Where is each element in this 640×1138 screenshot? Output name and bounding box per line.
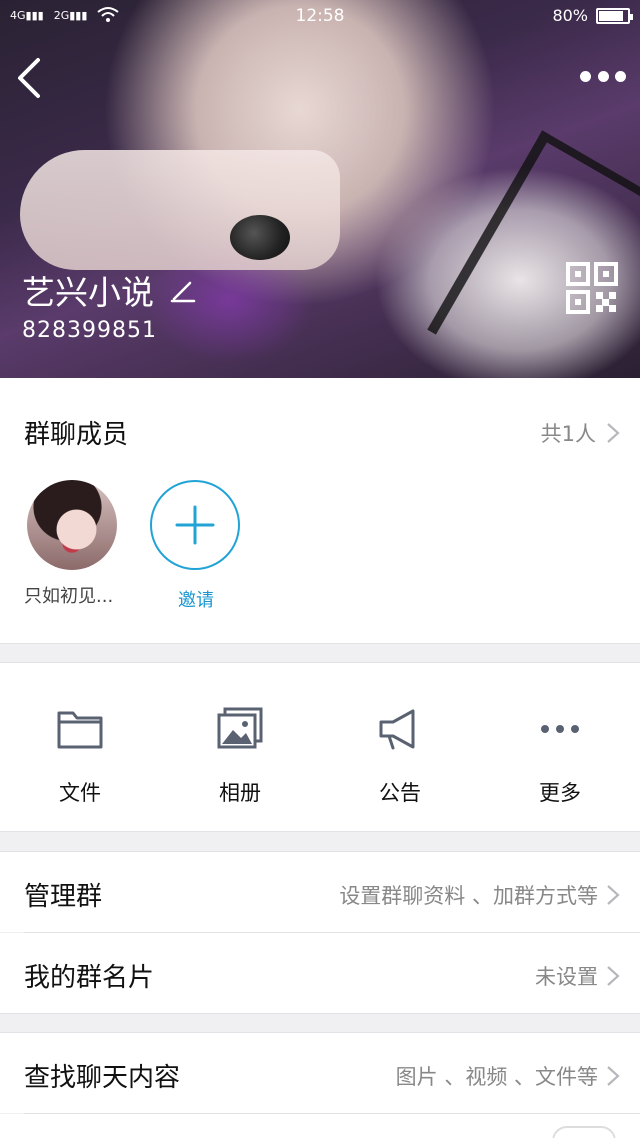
member-item[interactable]: 只如初见...	[24, 480, 134, 608]
header-photo-collar	[427, 130, 640, 378]
status-bar: 4G▮▮▮ 2G▮▮▮ 12:58 80%	[0, 0, 640, 34]
manage-group-value-wrap: 设置群聊资料 、加群方式等	[339, 880, 620, 910]
members-count-link[interactable]: 共1人	[541, 418, 620, 448]
album-label: 相册	[219, 781, 261, 805]
more-options-button[interactable]	[580, 62, 626, 90]
manage-group-row[interactable]: 管理群 设置群聊资料 、加群方式等	[0, 852, 640, 932]
group-members-section: 群聊成员 共1人 只如初见... 邀请	[0, 378, 640, 644]
manage-group-label: 管理群	[24, 882, 103, 912]
my-group-card-label: 我的群名片	[24, 963, 155, 993]
search-chat-label: 查找聊天内容	[24, 1063, 181, 1093]
group-name-row[interactable]: 艺兴小说	[22, 266, 196, 314]
group-name: 艺兴小说	[22, 273, 154, 312]
announcement-action[interactable]: 公告	[320, 663, 480, 831]
chevron-right-icon	[607, 966, 620, 986]
search-chat-row[interactable]: 查找聊天内容 图片 、视频 、文件等	[0, 1033, 640, 1113]
members-title: 群聊成员	[24, 420, 129, 450]
more-action[interactable]: 更多	[480, 663, 640, 831]
search-chat-value: 图片 、视频 、文件等	[395, 1065, 598, 1089]
quick-actions: 文件 相册 公告 更多	[0, 662, 640, 832]
album-icon	[217, 707, 263, 749]
battery-percent: 80%	[552, 6, 588, 25]
divider	[0, 1013, 640, 1014]
back-button[interactable]	[14, 56, 44, 100]
megaphone-icon	[379, 709, 415, 750]
manage-group-value: 设置群聊资料 、加群方式等	[339, 884, 598, 908]
dot-icon	[597, 70, 609, 82]
search-chat-value-wrap: 图片 、视频 、文件等	[396, 1061, 620, 1091]
my-group-card-row[interactable]: 我的群名片 未设置	[0, 933, 640, 1013]
invite-label: 邀请	[178, 590, 214, 611]
files-label: 文件	[59, 781, 101, 805]
chevron-right-icon	[607, 1066, 620, 1086]
header-photo-microphone	[230, 215, 290, 260]
battery-icon	[596, 7, 633, 24]
invite-circle	[150, 480, 240, 570]
chevron-right-icon	[607, 423, 620, 443]
toggle-switch[interactable]	[552, 1126, 616, 1138]
edit-pencil-icon[interactable]	[170, 277, 196, 303]
announcement-label: 公告	[379, 781, 421, 805]
my-group-card-value: 未设置	[535, 965, 598, 989]
group-id: 828399851	[22, 318, 157, 343]
back-arrow-icon	[18, 58, 40, 98]
member-name: 只如初见...	[24, 586, 114, 607]
qr-code-button[interactable]	[566, 262, 618, 314]
more-label: 更多	[539, 781, 581, 805]
folder-icon	[57, 711, 103, 749]
dot-icon	[580, 70, 591, 82]
invite-button[interactable]: 邀请	[150, 480, 242, 612]
next-row-partial[interactable]	[0, 1114, 640, 1138]
members-count: 共1人	[540, 422, 596, 446]
my-group-card-value-wrap: 未设置	[535, 961, 620, 991]
header-photo-hand	[20, 150, 340, 270]
member-avatar	[27, 480, 117, 570]
qr-code-icon	[566, 262, 618, 314]
battery-status: 80%	[552, 6, 633, 25]
dot-icon	[615, 70, 626, 82]
status-time: 12:58	[295, 6, 345, 26]
files-action[interactable]: 文件	[0, 663, 160, 831]
chevron-right-icon	[607, 885, 620, 905]
plus-icon	[175, 505, 215, 545]
more-icon	[541, 725, 579, 733]
album-action[interactable]: 相册	[160, 663, 320, 831]
battery-fill	[599, 10, 623, 21]
group-header: 4G▮▮▮ 2G▮▮▮ 12:58 80% 艺兴小说 828399851	[0, 0, 640, 378]
